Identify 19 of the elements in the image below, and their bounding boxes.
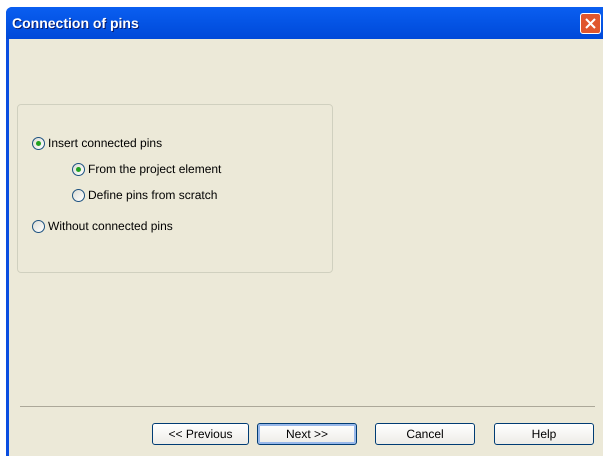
close-icon — [585, 18, 596, 28]
dialog-button[interactable]: Cancel — [375, 423, 475, 445]
close-button[interactable] — [580, 12, 601, 34]
radio-label: From the project element — [88, 161, 222, 178]
radio-label: Define pins from scratch — [88, 187, 218, 204]
radio-button[interactable] — [72, 162, 85, 176]
radio-option[interactable]: Without connected pins — [32, 218, 332, 234]
radio-button[interactable] — [32, 220, 45, 232]
window-title: Connection of pins — [12, 14, 140, 33]
radio-label: Without connected pins — [48, 218, 173, 235]
radio-button[interactable] — [32, 136, 45, 150]
dialog-button[interactable]: << Previous — [152, 423, 249, 445]
radio-label: Insert connected pins — [48, 135, 162, 152]
radio-button[interactable] — [72, 188, 85, 202]
radio-option[interactable]: Insert connected pins — [32, 135, 332, 151]
radio-option[interactable]: Define pins from scratch — [72, 187, 332, 203]
dialog-button[interactable]: Help — [494, 423, 594, 445]
dialog-button[interactable]: Next >> — [257, 423, 357, 445]
radio-option[interactable]: From the project element — [72, 161, 332, 177]
